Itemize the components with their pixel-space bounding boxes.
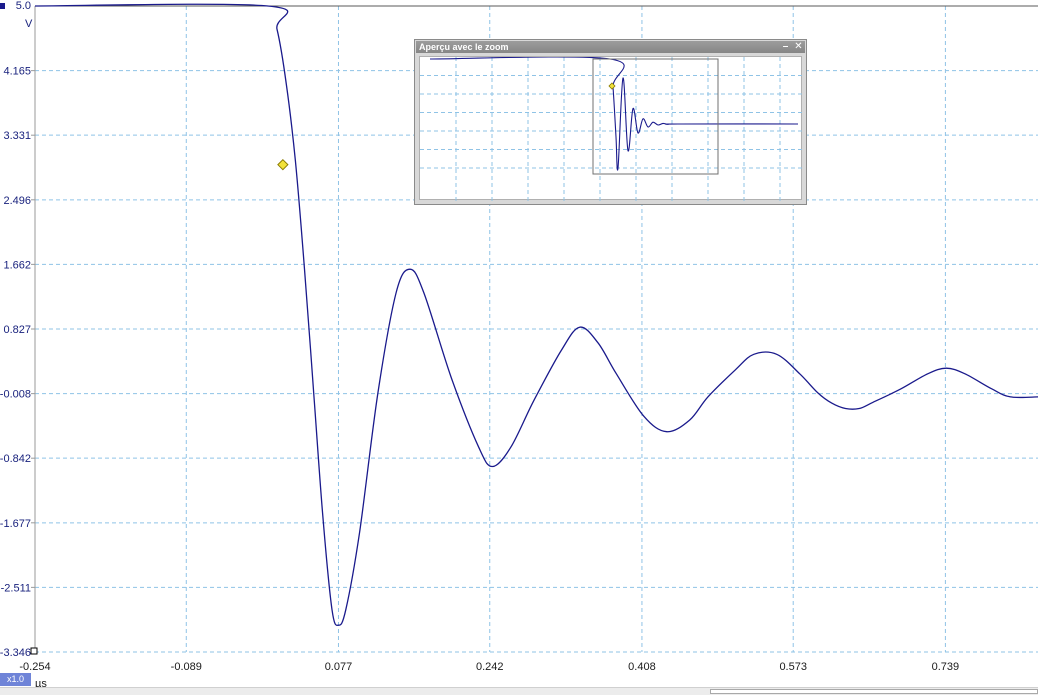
y-tick-label: 3.331 [3,130,31,142]
zoom-overview-marker [608,82,616,90]
zoom-region-box[interactable] [592,58,719,175]
cursor-handle[interactable] [30,647,38,655]
zoom-factor-badge: x1.0 [0,673,31,686]
y-tick-label: -1.677 [0,518,31,530]
y-tick-label: 0.827 [3,324,31,336]
x-tick-label: 0.077 [325,661,353,673]
zoom-overview-window[interactable]: Aperçu avec le zoom – ✕ [414,39,807,205]
zoom-overview-trace [429,57,799,171]
channel-indicator [0,3,5,9]
y-tick-label: -3.346 [0,647,31,659]
y-tick-label: 2.496 [3,195,31,207]
x-tick-label: -0.089 [171,661,202,673]
x-tick-label: 0.573 [779,661,807,673]
trigger-marker[interactable] [277,158,289,171]
x-tick-label: 0.242 [476,661,504,673]
y-tick-label: -0.842 [0,453,31,465]
zoom-overview-grid [420,57,803,201]
x-tick-label: 0.739 [932,661,960,673]
y-axis-unit: V [25,18,33,30]
y-tick-label: -0.008 [0,389,31,401]
zoom-overview-title: Aperçu avec le zoom [419,42,509,52]
y-tick-label: 1.662 [3,259,31,271]
x-tick-labels: -0.254 -0.089 0.077 0.242 0.408 0.573 0.739 [19,661,959,673]
zoom-overview-body [419,56,803,201]
y-tick-label: 5.0 [16,0,31,12]
x-tick-label: 0.408 [628,661,656,673]
x-tick-label: -0.254 [19,661,50,673]
y-tick-label: 4.165 [3,66,31,78]
scrollbar-thumb[interactable] [710,689,1038,694]
y-tick-labels: 5.0 4.165 3.331 2.496 1.662 0.827 -0.008 -0.842… [0,0,31,659]
minimize-button[interactable]: – [780,41,791,53]
zoom-overview-chart [420,57,803,201]
zoom-overview-titlebar[interactable]: Aperçu avec le zoom – ✕ [416,41,805,53]
close-button[interactable]: ✕ [793,41,804,53]
y-tick-label: -2.511 [1,582,31,594]
